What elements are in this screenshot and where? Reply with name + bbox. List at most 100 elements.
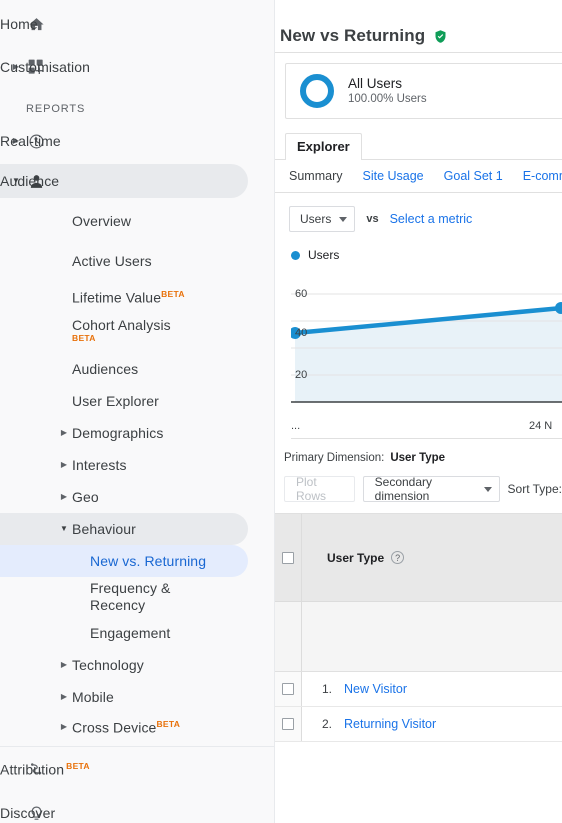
row-index: 1. [322, 682, 333, 696]
column-header-user-type[interactable]: User Type ? [302, 514, 562, 601]
sidebar-item-frequency-recency[interactable]: Frequency & Recency [0, 577, 274, 617]
sidebar-item-new-vs-returning[interactable]: New vs. Returning [0, 545, 274, 577]
chevron-right-icon: ▶ [60, 692, 68, 701]
metric-dropdown[interactable]: Users [289, 206, 356, 232]
sidebar-item-real-time[interactable]: ▶ Real-time [0, 121, 274, 161]
select-a-metric-link[interactable]: Select a metric [390, 212, 473, 226]
sidebar-item-home[interactable]: Home [0, 4, 274, 44]
row-check-cell[interactable] [275, 707, 302, 741]
sidebar-item-overview[interactable]: Overview [0, 201, 274, 241]
secondary-dimension-dropdown[interactable]: Secondary dimension [362, 475, 500, 503]
page-title: New vs Returning [280, 26, 426, 45]
column-header-label: User Type [327, 550, 385, 565]
data-table: User Type ? 1. New Visitor 2. Returning … [275, 513, 562, 742]
sidebar-item-label: Discover [0, 805, 56, 821]
segment-bar[interactable]: All Users 100.00% Users [285, 63, 562, 119]
tab-explorer[interactable]: Explorer [285, 133, 362, 160]
beta-badge: BETA [72, 333, 96, 343]
page-title-row: New vs Returning [275, 0, 562, 52]
primary-dimension-value[interactable]: User Type [390, 452, 445, 464]
row-link-returning-visitor[interactable]: Returning Visitor [344, 717, 436, 731]
segment-info: All Users 100.00% Users [348, 75, 427, 107]
beta-badge: BETA [66, 760, 90, 771]
sidebar-item-attribution[interactable]: Attribution BETA [0, 747, 274, 791]
select-all-cell[interactable] [275, 514, 302, 601]
beta-badge: BETA [156, 718, 181, 729]
sidebar-item-label: User Explorer [72, 393, 159, 409]
subtab-goal-set-1[interactable]: Goal Set 1 [444, 169, 503, 183]
sidebar-item-behaviour[interactable]: ▼ Behaviour [0, 513, 274, 545]
metric-selector-row: Users vs Select a metric [275, 193, 562, 232]
segment-name: All Users [348, 76, 403, 91]
users-line-chart[interactable]: 60 40 20 [291, 272, 562, 417]
row-checkbox[interactable] [282, 683, 294, 695]
sidebar-item-label-line1: Frequency & [90, 580, 171, 596]
subtabs-row: Summary Site Usage Goal Set 1 E-commerce [275, 160, 562, 192]
sidebar-item-label: Audiences [72, 361, 139, 377]
sidebar-item-technology[interactable]: ▶ Technology [0, 649, 274, 681]
sidebar-item-audience[interactable]: ▼ Audience [0, 161, 274, 201]
secondary-dimension-label: Secondary dimension [374, 475, 433, 503]
subtab-ecommerce[interactable]: E-commerce [523, 169, 562, 183]
row-dimension-cell: 1. New Visitor [302, 672, 562, 706]
row-link-new-visitor[interactable]: New Visitor [344, 682, 407, 696]
sidebar-item-engagement[interactable]: Engagement [0, 617, 274, 649]
sidebar-item-label: Lifetime Value [72, 289, 162, 306]
table-header-row: User Type ? [275, 514, 562, 602]
sidebar-item-label: Audience [0, 173, 60, 189]
sidebar-item-label: Mobile [72, 689, 114, 705]
sidebar-item-interests[interactable]: ▶ Interests [0, 449, 274, 481]
sidebar-item-label: Overview [72, 213, 132, 229]
sidebar-item-label: Behaviour [72, 521, 136, 537]
row-check-cell[interactable] [275, 672, 302, 706]
chevron-down-icon [339, 216, 348, 222]
chevron-right-icon: ▶ [60, 660, 68, 669]
x-axis-row: ... 24 N [291, 417, 562, 439]
plot-rows-button[interactable]: Plot Rows [284, 475, 355, 503]
subheader-check-cell [275, 602, 302, 671]
sidebar-item-customisation[interactable]: ▶ Customisation [0, 47, 274, 87]
left-sidebar: Home ▶ Customisation REPORTS ▶ Real-time… [0, 0, 275, 823]
chevron-right-icon: ▶ [60, 722, 68, 731]
sidebar-item-label: Home [0, 16, 38, 32]
primary-dimension-row: Primary Dimension: User Type [275, 439, 562, 464]
chart-svg [291, 293, 562, 403]
table-row[interactable]: 2. Returning Visitor [275, 707, 562, 742]
sidebar-item-label: Technology [72, 657, 144, 673]
tabs-row: Explorer [285, 133, 562, 160]
sidebar-item-label: Geo [72, 489, 99, 505]
sidebar-item-label: Cohort Analysis [72, 317, 171, 333]
sidebar-item-geo[interactable]: ▶ Geo [0, 481, 274, 513]
row-dimension-cell: 2. Returning Visitor [302, 707, 562, 741]
sidebar-item-audiences[interactable]: Audiences [0, 353, 274, 385]
table-controls-row: Plot Rows Secondary dimension Sort Type: [275, 464, 562, 513]
beta-badge: BETA [161, 288, 185, 299]
sidebar-item-cohort-analysis[interactable]: Cohort Analysis BETA [0, 313, 274, 353]
table-row[interactable]: 1. New Visitor [275, 672, 562, 707]
sidebar-item-lifetime-value[interactable]: Lifetime ValueBETA [0, 281, 274, 313]
chart-legend: Users [275, 232, 562, 262]
sidebar-item-label-line2: Recency [90, 597, 146, 613]
subtab-summary[interactable]: Summary [289, 169, 342, 183]
row-checkbox[interactable] [282, 718, 294, 730]
sidebar-item-label: Engagement [90, 625, 171, 641]
sidebar-item-label: Customisation [0, 59, 91, 75]
sidebar-item-discover[interactable]: Discover [0, 791, 274, 823]
segment-percentage: 100.00% Users [348, 93, 427, 105]
sidebar-item-label: Attribution [0, 761, 65, 778]
sidebar-item-active-users[interactable]: Active Users [0, 241, 274, 281]
title-separator [275, 52, 562, 53]
vs-label: vs [366, 213, 379, 225]
sidebar-section-reports: REPORTS [26, 103, 86, 115]
subtab-site-usage[interactable]: Site Usage [362, 169, 423, 183]
y-axis-tick-40: 40 [295, 327, 308, 339]
select-all-checkbox[interactable] [282, 551, 294, 564]
metric-dropdown-value: Users [300, 212, 332, 226]
sidebar-item-cross-device[interactable]: ▶ Cross DeviceBETA [0, 713, 274, 741]
sidebar-item-demographics[interactable]: ▶ Demographics [0, 417, 274, 449]
sidebar-item-user-explorer[interactable]: User Explorer [0, 385, 274, 417]
table-subheader-row [275, 602, 562, 672]
x-axis-tick-start: ... [291, 420, 301, 432]
help-icon[interactable]: ? [391, 551, 405, 564]
sidebar-item-mobile[interactable]: ▶ Mobile [0, 681, 274, 713]
